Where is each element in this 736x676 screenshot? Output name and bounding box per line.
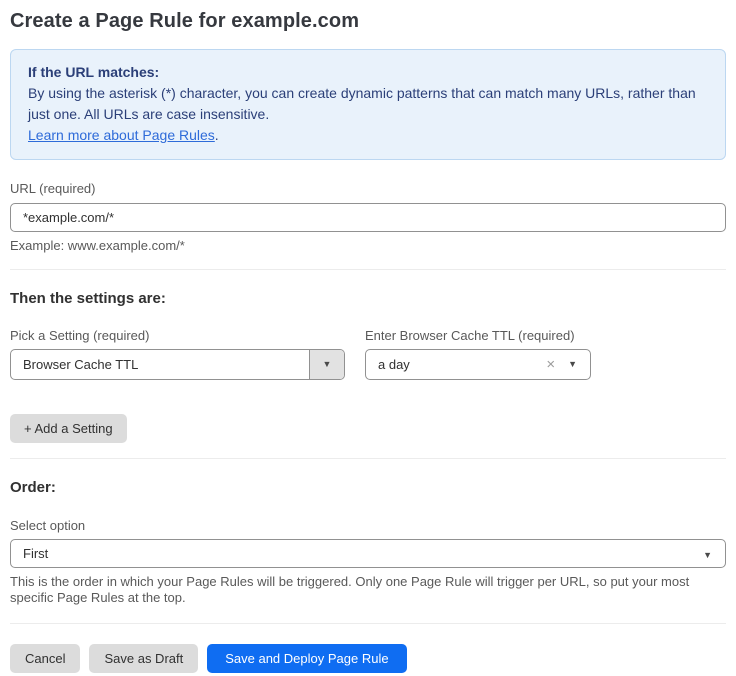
setting-picker-label: Pick a Setting (required) (10, 328, 345, 343)
ttl-picker-value: a day (366, 357, 546, 372)
order-select[interactable]: First ▼ (10, 539, 726, 568)
learn-more-link[interactable]: Learn more about Page Rules (28, 127, 215, 143)
add-setting-button[interactable]: + Add a Setting (10, 414, 127, 443)
url-example-helper: Example: www.example.com/* (10, 238, 726, 254)
order-helper-text: This is the order in which your Page Rul… (10, 574, 722, 606)
ttl-picker-label: Enter Browser Cache TTL (required) (365, 328, 591, 343)
order-select-label: Select option (10, 518, 726, 533)
page-title: Create a Page Rule for example.com (10, 8, 726, 35)
info-link-line: Learn more about Page Rules. (28, 125, 708, 146)
link-suffix: . (215, 127, 219, 143)
cancel-button[interactable]: Cancel (10, 644, 80, 673)
ttl-picker-combobox[interactable]: a day × ▼ (365, 349, 591, 380)
info-box-heading: If the URL matches: (28, 62, 708, 83)
divider (10, 269, 726, 270)
ttl-picker-icons: × ▼ (546, 357, 590, 372)
url-field-label: URL (required) (10, 181, 726, 196)
order-select-value: First (11, 546, 703, 561)
url-match-info-box: If the URL matches: By using the asteris… (10, 49, 726, 160)
settings-heading: Then the settings are: (10, 290, 726, 308)
setting-picker-caret-box[interactable]: ▼ (309, 350, 344, 379)
divider (10, 458, 726, 459)
save-and-deploy-button[interactable]: Save and Deploy Page Rule (207, 644, 406, 673)
order-caret-pad: ▼ (703, 546, 725, 561)
setting-picker-value: Browser Cache TTL (11, 357, 309, 372)
divider (10, 623, 726, 624)
setting-picker-column: Pick a Setting (required) Browser Cache … (10, 328, 345, 380)
settings-row: Pick a Setting (required) Browser Cache … (10, 328, 726, 380)
setting-picker-select[interactable]: Browser Cache TTL ▼ (10, 349, 345, 380)
page-rule-form: Create a Page Rule for example.com If th… (0, 0, 736, 673)
info-box-body: By using the asterisk (*) character, you… (28, 83, 696, 125)
save-as-draft-button[interactable]: Save as Draft (89, 644, 198, 673)
url-field-section: URL (required) Example: www.example.com/… (10, 181, 726, 254)
form-actions: Cancel Save as Draft Save and Deploy Pag… (10, 644, 726, 673)
clear-icon[interactable]: × (546, 357, 555, 372)
chevron-down-icon: ▼ (323, 360, 332, 369)
ttl-picker-column: Enter Browser Cache TTL (required) a day… (365, 328, 591, 380)
url-input[interactable] (10, 203, 726, 232)
chevron-down-icon[interactable]: ▼ (568, 360, 577, 369)
order-heading: Order: (10, 479, 726, 497)
chevron-down-icon: ▼ (703, 550, 712, 560)
